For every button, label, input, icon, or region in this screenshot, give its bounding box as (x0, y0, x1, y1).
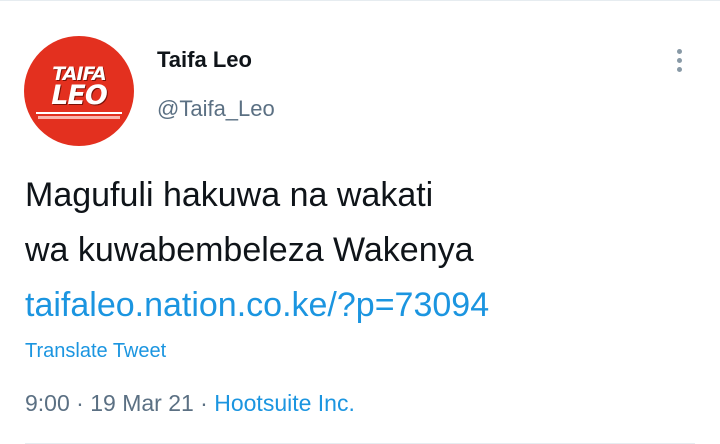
taifa-leo-logo: TAIFA LEO (34, 63, 124, 121)
tweet-text-line: Magufuli hakuwa na wakati (25, 176, 434, 214)
menu-dot (676, 48, 682, 54)
meta-separator: · (193, 390, 215, 416)
menu-dot (676, 66, 682, 72)
translate-tweet-link[interactable]: Translate Tweet (25, 340, 166, 363)
top-divider (0, 0, 720, 1)
tweet-source[interactable]: Hootsuite Inc. (214, 390, 355, 416)
logo-word-bottom: LEO (51, 80, 108, 112)
tweet-time[interactable]: 9:00 (25, 390, 70, 416)
meta-separator: · (69, 390, 91, 416)
author-handle[interactable]: @Taifa_Leo (157, 96, 275, 122)
tweet-meta: 9:00 · 19 Mar 21 · Hootsuite Inc. (25, 390, 355, 417)
tweet-link[interactable]: taifaleo.nation.co.ke/?p=73094 (25, 286, 489, 324)
tweet-text-line: wa kuwabembeleza Wakenya (25, 231, 474, 269)
avatar[interactable]: TAIFA LEO (24, 36, 134, 146)
menu-dot (676, 57, 682, 63)
author-display-name[interactable]: Taifa Leo (157, 47, 252, 73)
tweet-date[interactable]: 19 Mar 21 (90, 390, 194, 416)
tweet-text: Magufuli hakuwa na wakati wa kuwabembele… (25, 168, 705, 333)
logo-tagline-strip (38, 115, 120, 119)
logo-rule (36, 111, 122, 114)
more-vertical-icon[interactable] (664, 42, 694, 78)
